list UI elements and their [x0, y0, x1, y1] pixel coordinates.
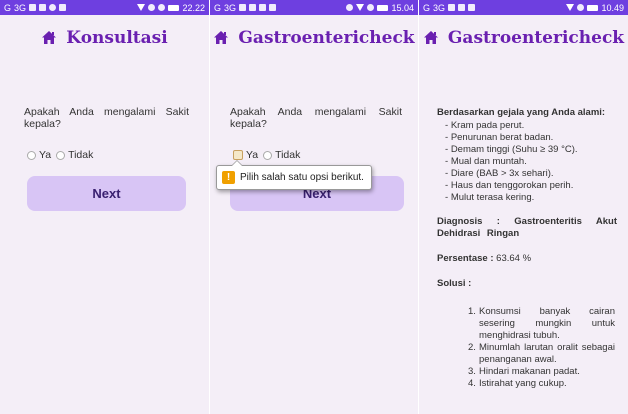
notification-icon — [29, 4, 37, 11]
network-label: 3G — [433, 2, 446, 13]
percentage-line: Persentase : 63.64 % — [437, 253, 617, 265]
notification-icon — [239, 4, 247, 11]
diagnosis-result: Berdasarkan gejala yang Anda alami: Kram… — [437, 107, 617, 390]
carrier-label: G — [423, 2, 431, 13]
status-bar: G 3G 10.49 — [419, 0, 628, 15]
list-item: Konsumsi banyak cairan sesering mungkin … — [468, 306, 615, 341]
sync-icon — [148, 4, 156, 11]
screen-result: G 3G 10.49 Gastroentericheck Berdasarkan… — [419, 0, 628, 414]
solution-heading: Solusi : — [437, 278, 472, 289]
list-item: Minumlah larutan oralit sebagai penangan… — [468, 342, 615, 365]
home-icon[interactable] — [41, 30, 57, 45]
question-text: Apakah Anda mengalami Sakit kepala? — [230, 106, 402, 130]
list-item: Mual dan muntah. — [445, 156, 617, 168]
validation-message: Pilih salah satu opsi berikut. — [240, 172, 364, 183]
wifi-icon — [137, 4, 146, 11]
notification-icon — [468, 4, 476, 11]
list-item: Hindari makanan padat. — [468, 366, 580, 378]
notification-icon — [49, 4, 57, 11]
question-text: Apakah Anda mengalami Sakit kepala? — [24, 106, 189, 130]
list-item: Istirahat yang cukup. — [468, 378, 567, 390]
wifi-icon — [356, 4, 365, 11]
carrier-label: G — [214, 2, 222, 13]
list-item: Penurunan berat badan. — [445, 132, 617, 144]
clock: 10.49 — [601, 2, 624, 13]
notification-icon — [458, 4, 466, 11]
app-title-bar: Konsultasi — [0, 15, 209, 60]
notification-icon — [448, 4, 456, 11]
option-label-tidak: Tidak — [275, 149, 301, 161]
status-bar: G 3G 22.22 — [0, 0, 209, 15]
location-icon — [346, 4, 354, 11]
notification-icon — [249, 4, 257, 11]
notification-icon — [39, 4, 47, 11]
page-title: Gastroentericheck — [447, 27, 625, 48]
list-item: Mulut terasa kering. — [445, 192, 617, 204]
symptoms-heading: Berdasarkan gejala yang Anda alami: — [437, 107, 606, 118]
answer-options: Ya Tidak — [233, 149, 302, 161]
screen-validation: G 3G 15.04 Gastroentericheck Apakah Anda… — [210, 0, 418, 414]
list-item: Haus dan tenggorokan perih. — [445, 180, 617, 192]
home-icon[interactable] — [423, 30, 439, 45]
page-title: Gastroentericheck — [238, 27, 415, 48]
next-button[interactable]: Next — [27, 176, 186, 211]
percentage-value: 63.64 % — [496, 253, 532, 264]
battery-icon — [587, 4, 599, 11]
alarm-icon — [158, 4, 166, 11]
validation-tooltip: ! Pilih salah satu opsi berikut. — [216, 160, 372, 190]
app-title-bar: Gastroentericheck — [419, 15, 628, 60]
list-item: Demam tinggi (Suhu ≥ 39 °C). — [445, 144, 617, 156]
option-label-ya: Ya — [246, 149, 259, 161]
carrier-label: G — [4, 2, 12, 13]
status-bar: G 3G 15.04 — [210, 0, 418, 15]
alarm-icon — [367, 4, 375, 11]
network-label: 3G — [224, 2, 237, 13]
clock: 15.04 — [391, 2, 414, 13]
diagnosis-text: Diagnosis : Gastroenteritis Akut Dehidra… — [437, 216, 617, 239]
symptom-list: Kram pada perut. Penurunan berat badan. … — [437, 120, 617, 204]
battery-icon — [168, 4, 180, 11]
option-label-ya: Ya — [39, 149, 52, 161]
clock: 22.22 — [182, 2, 205, 13]
wifi-icon — [566, 4, 575, 11]
page-title: Konsultasi — [66, 27, 168, 48]
notification-icon — [259, 4, 267, 11]
app-title-bar: Gastroentericheck — [210, 15, 418, 60]
radio-ya[interactable] — [27, 150, 36, 160]
list-item: Kram pada perut. — [445, 120, 617, 132]
notification-icon — [59, 4, 67, 11]
percentage-label: Persentase : — [437, 253, 494, 264]
battery-icon — [377, 4, 389, 11]
network-label: 3G — [14, 2, 27, 13]
radio-tidak[interactable] — [56, 150, 66, 160]
answer-options: Ya Tidak — [27, 149, 95, 161]
warning-icon: ! — [222, 171, 235, 184]
screen-konsultasi: G 3G 22.22 Konsultasi Apakah Anda mengal… — [0, 0, 209, 414]
alarm-icon — [577, 4, 585, 11]
radio-ya[interactable] — [233, 150, 243, 160]
solution-list: Konsumsi banyak cairan sesering mungkin … — [437, 306, 617, 390]
radio-tidak[interactable] — [263, 150, 273, 160]
option-label-tidak: Tidak — [68, 149, 94, 161]
notification-icon — [269, 4, 277, 11]
list-item: Diare (BAB > 3x sehari). — [445, 168, 617, 180]
home-icon[interactable] — [213, 30, 229, 45]
